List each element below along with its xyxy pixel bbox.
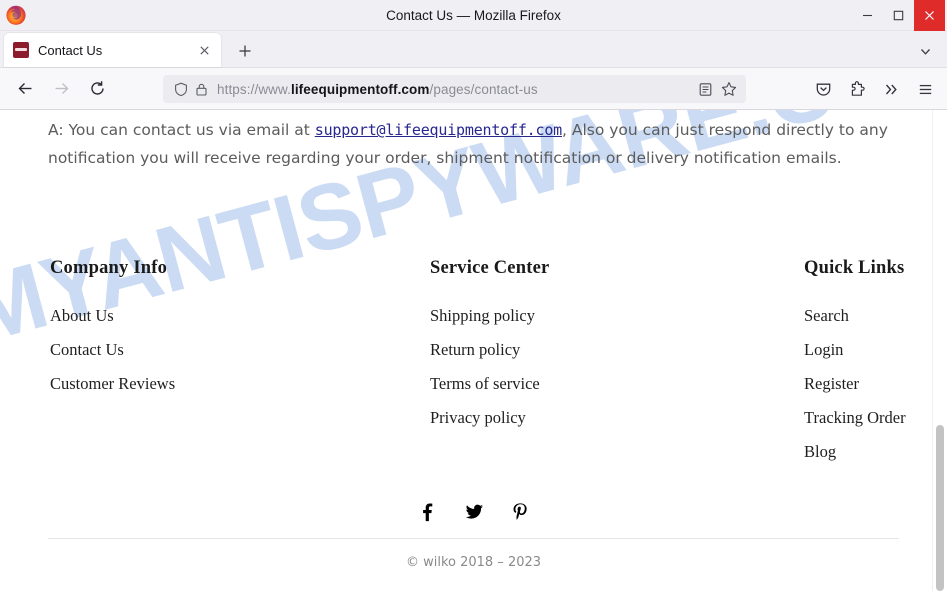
- browser-window: Contact Us — Mozilla Firefox Contact Us: [0, 0, 947, 591]
- list-item[interactable]: Login: [804, 333, 906, 367]
- title-bar: Contact Us — Mozilla Firefox: [0, 0, 947, 31]
- support-email-link[interactable]: support@lifeequipmentoff.com: [315, 121, 562, 139]
- footer-link-contact-us[interactable]: Contact Us: [50, 340, 124, 359]
- footer-heading-quick-links: Quick Links: [804, 258, 905, 278]
- urlbar-actions: [694, 78, 740, 100]
- list-item[interactable]: Tracking Order: [804, 401, 906, 435]
- footer-column-quick-links: Quick Links Search Login Register Tracki…: [804, 258, 906, 469]
- pocket-icon[interactable]: [807, 73, 839, 105]
- reload-button[interactable]: [81, 73, 113, 105]
- page-scrollbar[interactable]: [932, 110, 947, 591]
- url-path: /pages/contact-us: [429, 81, 538, 97]
- page-viewport: MYANTISPYWARE.COM A: You can contact us …: [0, 110, 947, 591]
- twitter-icon[interactable]: [462, 500, 486, 524]
- footer-link-list-service-center: Shipping policy Return policy Terms of s…: [430, 299, 549, 435]
- list-item[interactable]: Contact Us: [50, 333, 175, 367]
- list-item[interactable]: Search: [804, 299, 906, 333]
- wilko-favicon-icon: [13, 42, 29, 58]
- footer-link-register[interactable]: Register: [804, 374, 859, 393]
- url-host: lifeequipmentoff.com: [290, 81, 430, 97]
- extensions-icon[interactable]: [841, 73, 873, 105]
- footer-link-shipping-policy[interactable]: Shipping policy: [430, 306, 535, 325]
- facebook-icon[interactable]: [416, 500, 440, 524]
- close-tab-button[interactable]: [195, 41, 213, 59]
- footer-link-login[interactable]: Login: [804, 340, 843, 359]
- list-item[interactable]: Shipping policy: [430, 299, 549, 333]
- url-prefix: https://www.: [217, 81, 291, 97]
- footer-link-list-company-info: About Us Contact Us Customer Reviews: [50, 299, 175, 401]
- footer-link-return-policy[interactable]: Return policy: [430, 340, 520, 359]
- footer-link-blog[interactable]: Blog: [804, 442, 836, 461]
- close-window-button[interactable]: [914, 0, 945, 31]
- list-item[interactable]: Return policy: [430, 333, 549, 367]
- window-title: Contact Us — Mozilla Firefox: [386, 8, 561, 23]
- list-item[interactable]: Privacy policy: [430, 401, 549, 435]
- footer-heading-service-center: Service Center: [430, 258, 550, 278]
- bookmark-star-icon[interactable]: [718, 78, 740, 100]
- footer-divider: [48, 538, 899, 539]
- answer-text-before: A: You can contact us via email at: [48, 121, 315, 139]
- social-links: [0, 500, 947, 524]
- list-item[interactable]: Customer Reviews: [50, 367, 175, 401]
- scrollbar-thumb[interactable]: [936, 425, 944, 591]
- forward-button[interactable]: [45, 73, 77, 105]
- url-bar[interactable]: https://www.lifeequipmentoff.com/pages/c…: [163, 75, 746, 103]
- list-item[interactable]: Terms of service: [430, 367, 549, 401]
- list-item[interactable]: Blog: [804, 435, 906, 469]
- window-controls: [852, 0, 947, 31]
- list-item[interactable]: About Us: [50, 299, 175, 333]
- new-tab-button[interactable]: [233, 39, 257, 63]
- footer-link-customer-reviews[interactable]: Customer Reviews: [50, 374, 175, 393]
- maximize-button[interactable]: [883, 0, 914, 31]
- footer-link-tracking-order[interactable]: Tracking Order: [804, 408, 906, 427]
- list-all-tabs-button[interactable]: [913, 39, 937, 63]
- shield-icon[interactable]: [171, 79, 191, 99]
- footer-link-list-quick-links: Search Login Register Tracking Order Blo…: [804, 299, 906, 469]
- reader-mode-icon[interactable]: [694, 78, 716, 100]
- tab-title: Contact Us: [38, 42, 103, 58]
- footer-link-search[interactable]: Search: [804, 306, 849, 325]
- footer-heading-company-info: Company Info: [50, 258, 168, 278]
- url-text[interactable]: https://www.lifeequipmentoff.com/pages/c…: [217, 82, 694, 97]
- navigation-toolbar: https://www.lifeequipmentoff.com/pages/c…: [0, 68, 947, 110]
- overflow-menu-icon[interactable]: [875, 73, 907, 105]
- faq-answer-paragraph: A: You can contact us via email at suppo…: [48, 116, 896, 172]
- back-button[interactable]: [9, 73, 41, 105]
- pinterest-icon[interactable]: [508, 500, 532, 524]
- tab-strip: Contact Us: [0, 31, 947, 68]
- application-menu-icon[interactable]: [909, 73, 941, 105]
- minimize-button[interactable]: [852, 0, 883, 31]
- browser-tab[interactable]: Contact Us: [4, 33, 221, 67]
- list-item[interactable]: Register: [804, 367, 906, 401]
- footer-column-company-info: Company Info About Us Contact Us Custome…: [50, 258, 175, 401]
- footer-link-terms-of-service[interactable]: Terms of service: [430, 374, 540, 393]
- copyright-text: © wilko 2018 – 2023: [405, 555, 542, 570]
- footer-link-about-us[interactable]: About Us: [50, 306, 114, 325]
- toolbar-right-actions: [807, 73, 941, 105]
- lock-icon[interactable]: [191, 79, 211, 99]
- footer-link-privacy-policy[interactable]: Privacy policy: [430, 408, 526, 427]
- footer-column-service-center: Service Center Shipping policy Return po…: [430, 258, 549, 435]
